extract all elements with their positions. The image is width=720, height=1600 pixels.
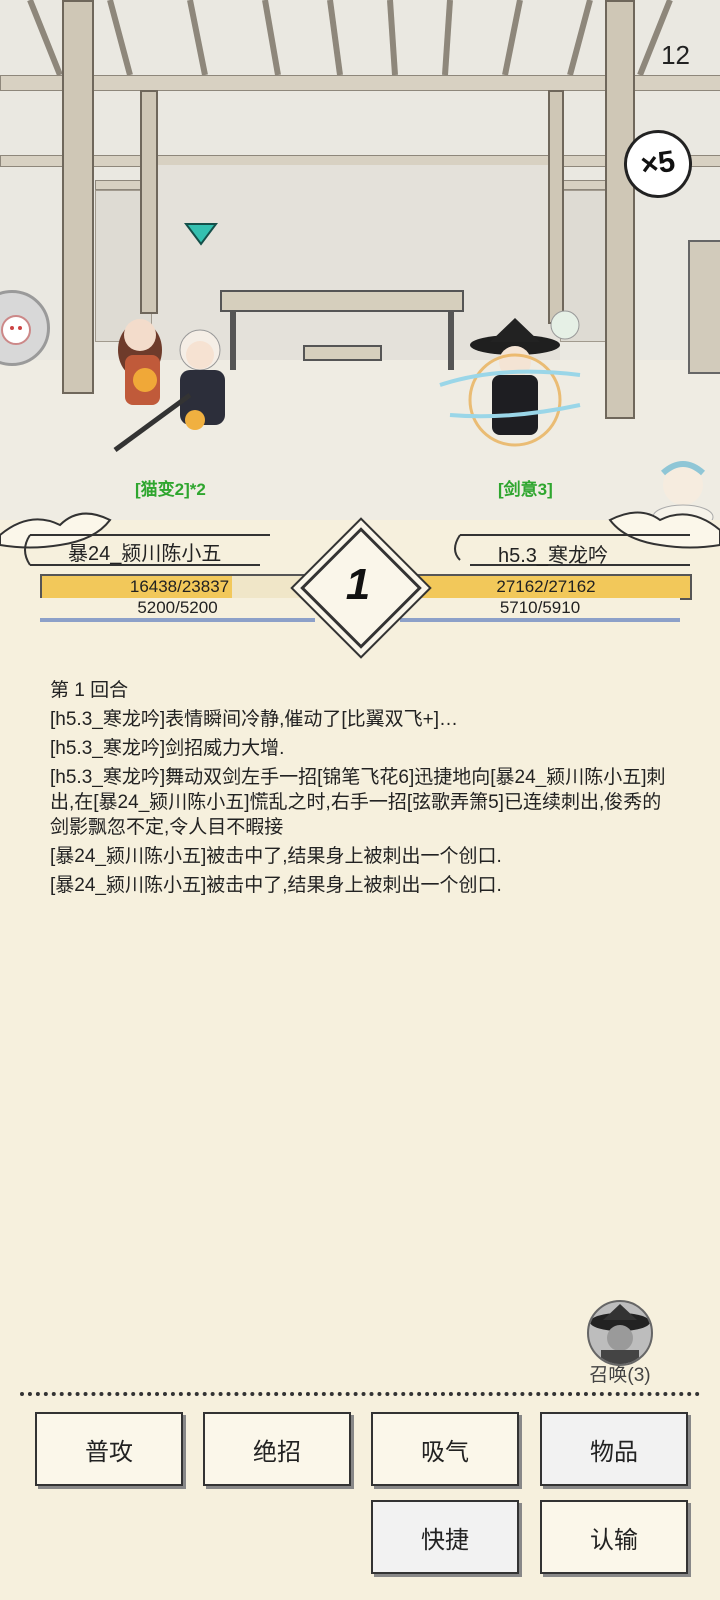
- ultimate-button[interactable]: 绝招: [203, 1412, 351, 1486]
- player-hp-bar: 16438/23837: [40, 574, 319, 600]
- pillar: [548, 90, 564, 324]
- enemy-character[interactable]: [430, 300, 610, 460]
- straw-hat-warrior-icon: [590, 1304, 650, 1364]
- normal-attack-button[interactable]: 普攻: [35, 1412, 183, 1486]
- player-mp-text: 5200/5200: [137, 598, 218, 617]
- player-status-tag: [猫变2]*2: [135, 480, 206, 499]
- enemy-name: h5.3_寒龙吟: [498, 545, 609, 567]
- log-line: [h5.3_寒龙吟]舞动双剑左手一招[锦笔飞花6]迅捷地向[暴24_颍川陈小五]…: [50, 767, 666, 838]
- player-mp-bar: 5200/5200: [40, 598, 315, 622]
- divider: [20, 1392, 700, 1396]
- enemy-hp-bar: 27162/27162: [400, 574, 692, 600]
- log-line: [h5.3_寒龙吟]表情瞬间冷静,催动了[比翼双飞+]…: [50, 709, 459, 730]
- summon-avatar: [587, 1300, 653, 1366]
- log-line: 第 1 回合: [50, 680, 129, 701]
- tea-table: [303, 345, 382, 361]
- enemy-mp-text: 5710/5910: [499, 598, 581, 617]
- summon-button[interactable]: 召唤(3): [585, 1300, 655, 1387]
- breath-button[interactable]: 吸气: [371, 1412, 519, 1486]
- log-line: [暴24_颍川陈小五]被击中了,结果身上被刺出一个创口.: [50, 846, 502, 867]
- enemy-hp-text: 27162/27162: [496, 577, 596, 596]
- log-line: [暴24_颍川陈小五]被击中了,结果身上被刺出一个创口.: [50, 875, 502, 896]
- target-marker-icon: [184, 223, 218, 246]
- cabinet: [688, 240, 720, 374]
- player-character[interactable]: [95, 295, 265, 460]
- surrender-button[interactable]: 认输: [540, 1500, 688, 1574]
- enemy-status-tag: [剑意3]: [498, 480, 553, 499]
- enemy-mp-bar: 5710/5910: [400, 598, 680, 622]
- player-name: 暴24_颍川陈小五: [68, 543, 222, 565]
- pillar: [62, 0, 94, 394]
- log-line: [h5.3_寒龙吟]剑招威力大增.: [50, 738, 285, 759]
- player-hp-text: 16438/23837: [129, 577, 230, 596]
- round-number: 1: [345, 560, 371, 609]
- battle-scene: 12 ×5 [猫变2]*2 [剑意3]: [0, 0, 720, 520]
- items-button[interactable]: 物品: [540, 1412, 688, 1486]
- turn-counter: 12: [661, 40, 690, 70]
- cat-icon: [1, 315, 31, 345]
- pet-button[interactable]: [0, 290, 50, 366]
- pillar: [140, 90, 158, 314]
- battle-log: 第 1 回合 [h5.3_寒龙吟]表情瞬间冷静,催动了[比翼双飞+]… [h5.…: [50, 678, 680, 902]
- quick-button[interactable]: 快捷: [371, 1500, 519, 1574]
